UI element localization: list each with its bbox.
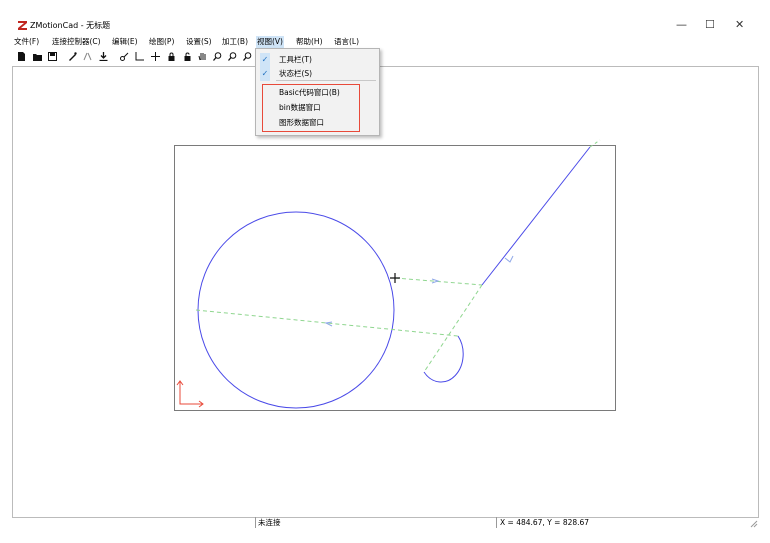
status-divider [255, 517, 256, 528]
drawing-layer [176, 139, 601, 409]
coordinate-readout: X = 484.67, Y = 828.67 [500, 518, 590, 527]
check-icon: ✓ [260, 53, 270, 67]
connection-status: 未连接 [258, 518, 281, 527]
rapid-move-4 [589, 139, 601, 148]
menu-item-toolbar[interactable]: ✓ 工具栏(T) [256, 53, 379, 67]
check-icon: ✓ [260, 67, 270, 81]
status-bar [12, 517, 757, 529]
direction-arrow [504, 255, 514, 263]
resize-grip-icon[interactable] [750, 520, 758, 528]
menu-item-statusbar[interactable]: ✓ 状态栏(S) [256, 67, 379, 81]
direction-arrow [324, 321, 333, 327]
menu-separator [276, 80, 376, 81]
rapid-move-2 [394, 277, 483, 286]
arc-path [423, 335, 464, 383]
menu-item-label: 状态栏(S) [279, 69, 313, 78]
annotation-highlight-box [262, 84, 360, 132]
origin-axis-icon [176, 380, 204, 408]
circle-path [197, 211, 395, 409]
status-divider [496, 517, 497, 528]
line-path [481, 146, 591, 286]
rapid-move-3 [423, 284, 483, 373]
menu-item-label: 工具栏(T) [279, 55, 312, 64]
crosshair-cursor [390, 273, 400, 283]
